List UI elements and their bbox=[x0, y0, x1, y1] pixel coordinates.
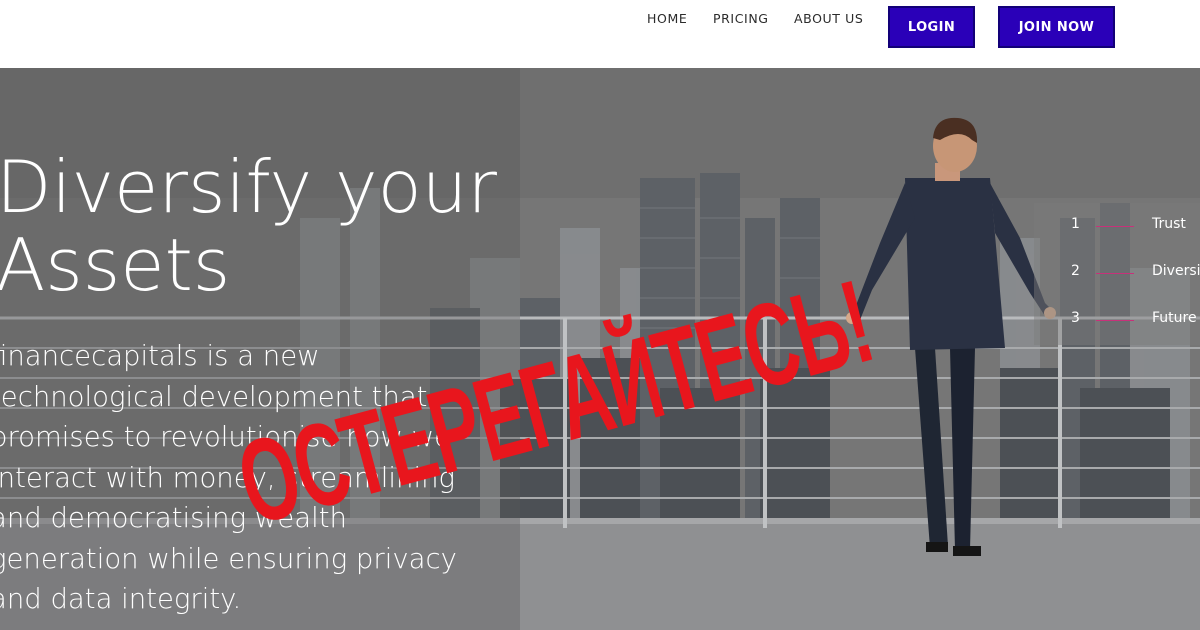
nav-about-link[interactable]: ABOUT US bbox=[794, 11, 863, 26]
hero-title-line-1: Diversify your bbox=[0, 145, 497, 229]
step-label: Future bbox=[1152, 310, 1197, 326]
step-label: Diversify bbox=[1152, 263, 1200, 279]
step-divider bbox=[1096, 320, 1134, 321]
step-number: 2 bbox=[1071, 263, 1080, 279]
step-label: Trust bbox=[1152, 216, 1186, 232]
step-item-trust[interactable]: 1 Trust bbox=[1034, 216, 1200, 238]
site-header: HOME PRICING ABOUT US LOGIN JOIN NOW bbox=[0, 0, 1200, 68]
hero-description-line: financecapitals is a new bbox=[0, 340, 320, 372]
hero-section: Diversify your Assets financecapitals is… bbox=[0, 68, 1200, 630]
step-divider bbox=[1096, 226, 1134, 227]
nav-pricing-link[interactable]: PRICING bbox=[713, 11, 769, 26]
step-divider bbox=[1096, 273, 1134, 274]
nav-home-link[interactable]: HOME bbox=[647, 11, 687, 26]
login-button[interactable]: LOGIN bbox=[888, 6, 975, 48]
join-now-button[interactable]: JOIN NOW bbox=[998, 6, 1115, 48]
hero-title-line-2: Assets bbox=[0, 223, 231, 307]
step-number: 1 bbox=[1071, 216, 1080, 232]
hero-title: Diversify your Assets bbox=[0, 148, 636, 304]
